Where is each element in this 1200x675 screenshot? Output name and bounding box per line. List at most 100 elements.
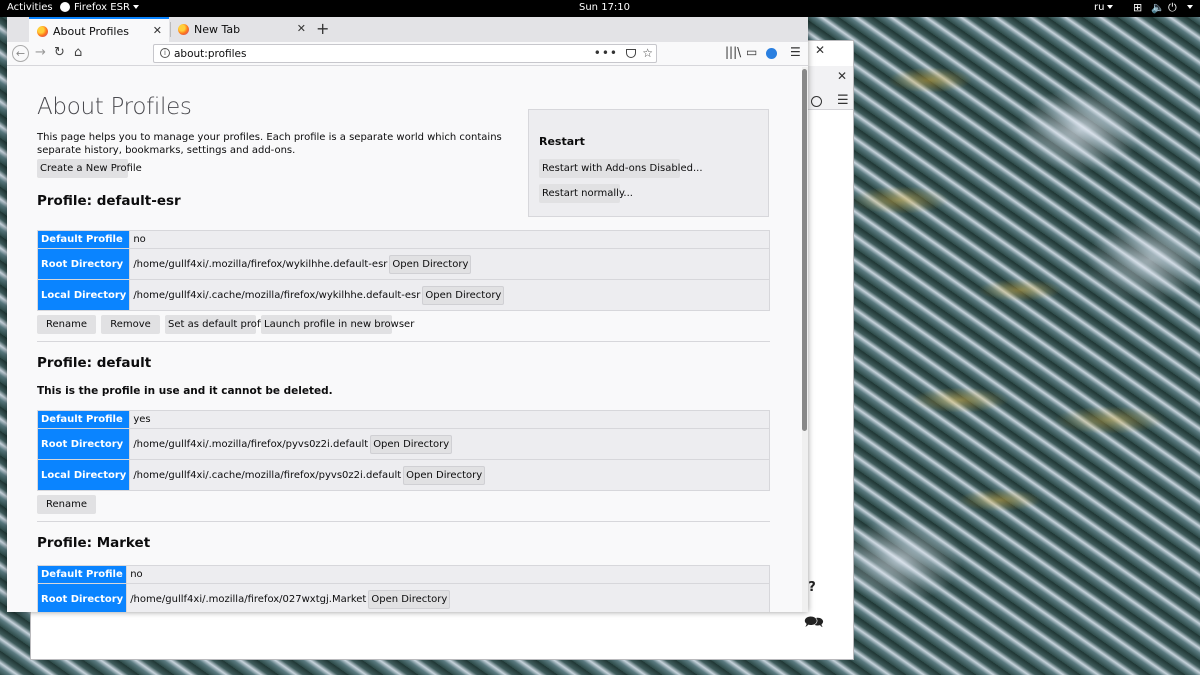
sidebar-icon[interactable]: ▭ <box>746 45 757 59</box>
default-profile-label: Default Profile <box>36 230 131 249</box>
root-directory-path: /home/gullf4xi/.mozilla/firefox/027wxtgj… <box>130 593 367 605</box>
default-profile-value: yes <box>129 410 770 429</box>
open-directory-button[interactable]: Open Directory <box>389 254 472 274</box>
table-row: Default Profile no <box>36 230 770 249</box>
power-icon[interactable]: ⏻ <box>1168 1 1177 15</box>
chevron-down-icon <box>132 5 139 9</box>
profile-heading: Profile: default-esr <box>37 193 181 209</box>
restart-addons-disabled-button[interactable]: Restart with Add-ons Disabled... <box>539 159 703 178</box>
clock[interactable]: Sun 17:10 <box>579 2 630 13</box>
pocket-icon[interactable] <box>626 49 636 58</box>
firefox-app-icon <box>60 2 70 12</box>
open-directory-button[interactable]: Open Directory <box>370 434 453 454</box>
hamburger-menu-icon[interactable]: ☰ <box>790 45 801 59</box>
profile-in-use-note: This is the profile in use and it cannot… <box>37 385 333 397</box>
open-directory-button[interactable]: Open Directory <box>422 285 505 305</box>
set-default-profile-button[interactable]: Set as default profile <box>165 315 272 334</box>
create-new-profile-button[interactable]: Create a New Profile <box>37 159 142 178</box>
local-directory-label: Local Directory <box>36 459 131 491</box>
firefox-favicon-icon <box>37 26 48 37</box>
profile-heading: Profile: Market <box>37 535 151 551</box>
tab-label: New Tab <box>194 23 241 36</box>
reload-icon[interactable]: ↻ <box>54 45 65 60</box>
forward-arrow-icon[interactable]: → <box>35 45 46 60</box>
tab-about-profiles[interactable]: About Profiles ✕ <box>29 17 169 42</box>
open-directory-button[interactable]: Open Directory <box>403 465 486 485</box>
page-actions-icon[interactable]: ••• <box>594 46 618 60</box>
home-icon[interactable]: ⌂ <box>74 45 82 60</box>
table-row: Root Directory /home/gullf4xi/.mozilla/f… <box>36 428 770 460</box>
bookmark-star-icon[interactable]: ☆ <box>642 46 653 60</box>
default-profile-value: no <box>129 230 770 249</box>
default-profile-label: Default Profile <box>36 410 131 429</box>
hamburger-menu-icon[interactable]: ☰ <box>837 93 849 108</box>
firefox-favicon-icon <box>178 24 189 35</box>
url-text[interactable]: about:profiles <box>174 48 246 60</box>
tab-new-tab[interactable]: New Tab ✕ <box>170 17 313 42</box>
table-row: Local Directory /home/gullf4xi/.cache/mo… <box>36 279 770 311</box>
scrollbar-thumb[interactable] <box>802 69 807 431</box>
app-menu[interactable]: Firefox ESR <box>60 2 139 13</box>
app-name: Firefox ESR <box>74 2 130 13</box>
tab-strip: About Profiles ✕ New Tab ✕ + <box>7 17 808 42</box>
account-icon[interactable] <box>811 96 822 107</box>
intro-text: This page helps you to manage your profi… <box>37 132 502 156</box>
profile-table: Default Profile yes Root Directory /home… <box>36 410 770 491</box>
back-arrow-icon[interactable]: ← <box>12 45 29 62</box>
table-row: Root Directory /home/gullf4xi/.mozilla/f… <box>36 583 770 612</box>
restart-title: Restart <box>539 135 585 148</box>
root-directory-label: Root Directory <box>36 583 128 612</box>
keyboard-layout-label: ru <box>1094 2 1105 13</box>
extension-icon[interactable] <box>766 48 777 59</box>
table-row: Root Directory /home/gullf4xi/.mozilla/f… <box>36 248 770 280</box>
root-directory-label: Root Directory <box>36 428 131 460</box>
root-directory-label: Root Directory <box>36 248 131 280</box>
keyboard-layout-menu[interactable]: ru <box>1094 2 1114 13</box>
local-directory-cell: /home/gullf4xi/.cache/mozilla/firefox/wy… <box>129 279 770 311</box>
profile-table: Default Profile no Root Directory /home/… <box>36 565 770 612</box>
page-title: About Profiles <box>37 94 192 120</box>
restart-normally-button[interactable]: Restart normally... <box>539 184 633 203</box>
table-row: Default Profile yes <box>36 410 770 429</box>
close-tab-icon[interactable]: ✕ <box>297 22 306 35</box>
root-directory-cell: /home/gullf4xi/.mozilla/firefox/pyvs0z2i… <box>129 428 770 460</box>
remove-button[interactable]: Remove <box>101 315 160 334</box>
url-bar[interactable]: i about:profiles ••• ☆ <box>153 44 657 63</box>
close-icon[interactable]: ✕ <box>837 69 847 83</box>
divider <box>37 341 770 342</box>
table-row: Default Profile no <box>36 565 770 584</box>
library-icon[interactable]: |||\ <box>725 45 741 59</box>
default-profile-value: no <box>126 565 770 584</box>
local-directory-label: Local Directory <box>36 279 131 311</box>
new-tab-plus-icon[interactable]: + <box>316 19 329 38</box>
feedback-chat-icon[interactable]: 🗪 <box>799 611 829 637</box>
rename-button[interactable]: Rename <box>37 495 96 514</box>
rename-button[interactable]: Rename <box>37 315 96 334</box>
local-directory-cell: /home/gullf4xi/.cache/mozilla/firefox/py… <box>129 459 770 491</box>
close-tab-icon[interactable]: ✕ <box>153 24 162 37</box>
chevron-down-icon <box>1107 5 1114 9</box>
launch-profile-button[interactable]: Launch profile in new browser <box>261 315 414 334</box>
site-info-icon[interactable]: i <box>160 48 170 58</box>
page-content: About Profiles This page helps you to ma… <box>7 67 802 612</box>
gnome-top-bar: Activities Firefox ESR Sun 17:10 ru ⊞ 🔈 … <box>0 0 1200 17</box>
system-menu-chevron-icon[interactable] <box>1184 2 1193 13</box>
local-directory-path: /home/gullf4xi/.cache/mozilla/firefox/py… <box>133 469 402 481</box>
profile-heading: Profile: default <box>37 355 152 371</box>
close-icon[interactable]: ✕ <box>815 43 825 57</box>
default-profile-label: Default Profile <box>36 565 128 584</box>
open-directory-button[interactable]: Open Directory <box>368 589 451 609</box>
volume-icon[interactable]: 🔈 <box>1151 1 1165 14</box>
navigation-toolbar: ← → ↻ ⌂ i about:profiles ••• ☆ |||\ ▭ ☰ <box>7 42 808 66</box>
firefox-window: About Profiles ✕ New Tab ✕ + ← → ↻ ⌂ i a… <box>7 17 808 612</box>
root-directory-path: /home/gullf4xi/.mozilla/firefox/pyvs0z2i… <box>133 438 369 450</box>
table-row: Local Directory /home/gullf4xi/.cache/mo… <box>36 459 770 491</box>
network-icon[interactable]: ⊞ <box>1133 1 1142 14</box>
local-directory-path: /home/gullf4xi/.cache/mozilla/firefox/wy… <box>133 289 421 301</box>
vertical-scrollbar[interactable] <box>802 67 808 612</box>
activities-button[interactable]: Activities <box>7 2 53 13</box>
root-directory-cell: /home/gullf4xi/.mozilla/firefox/wykilhhe… <box>129 248 770 280</box>
divider <box>37 521 770 522</box>
root-directory-path: /home/gullf4xi/.mozilla/firefox/wykilhhe… <box>133 258 388 270</box>
root-directory-cell: /home/gullf4xi/.mozilla/firefox/027wxtgj… <box>126 583 770 612</box>
